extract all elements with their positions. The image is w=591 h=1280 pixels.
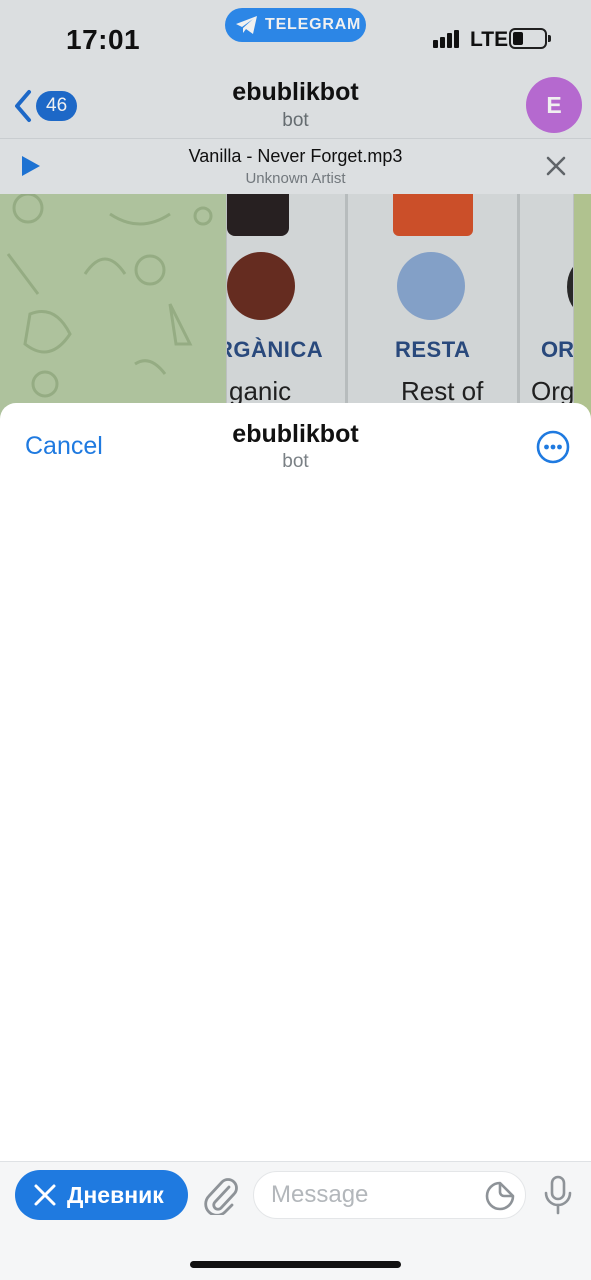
ellipsis-circle-icon[interactable] bbox=[536, 430, 570, 464]
message-field[interactable] bbox=[253, 1171, 526, 1219]
close-icon bbox=[34, 1184, 56, 1206]
bot-menu-label: Дневник bbox=[67, 1181, 164, 1208]
home-indicator bbox=[190, 1261, 401, 1268]
bot-menu-button[interactable]: Дневник bbox=[15, 1170, 188, 1220]
sheet-title: ebublikbot bbox=[232, 420, 359, 448]
webapp-content-area[interactable] bbox=[0, 493, 591, 1161]
sheet-subtitle: bot bbox=[282, 451, 309, 472]
chat-background-area: 17:01 TELEGRAM LTE 46 ebublikbot bot E V… bbox=[0, 0, 591, 420]
webapp-sheet: Cancel ebublikbot bot bbox=[0, 403, 591, 1161]
dim-overlay bbox=[0, 0, 591, 420]
close-player-icon[interactable] bbox=[544, 154, 568, 178]
microphone-icon[interactable] bbox=[542, 1175, 574, 1215]
paperclip-icon[interactable] bbox=[202, 1175, 240, 1215]
sticker-icon[interactable] bbox=[484, 1180, 516, 1212]
message-input[interactable] bbox=[271, 1172, 481, 1218]
